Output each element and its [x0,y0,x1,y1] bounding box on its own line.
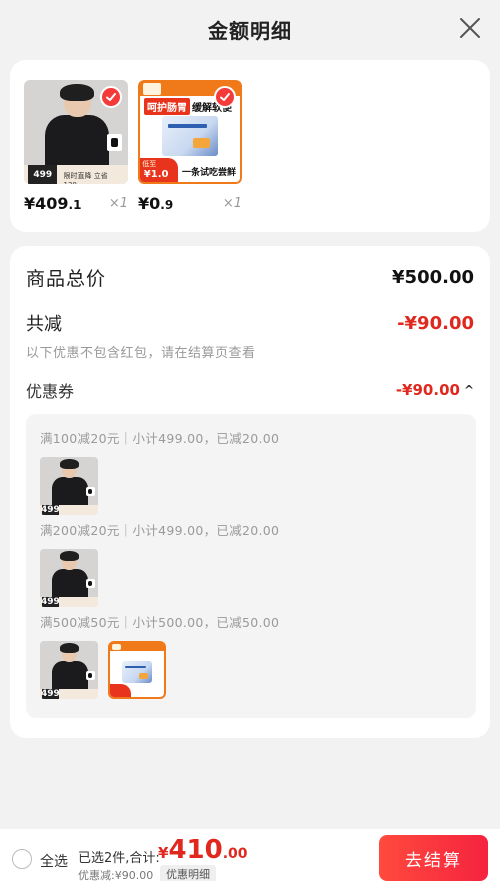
selected-products-card: 499 限时直降 立省 130 ¥409.1 ×1 呵护肠胃 缓解软便 低至 [10,60,490,232]
product-jacket[interactable]: 499 限时直降 立省 130 ¥409.1 ×1 [24,80,128,213]
select-all-label[interactable]: 全选 [40,851,68,871]
header: 金额明细 [0,0,500,58]
page-title: 金额明细 [208,18,292,43]
checkout-bar: 全选 已选2件,合计: ¥410.00 优惠减:¥90.00 优惠明细 去结算 [0,829,500,881]
total-sum: ¥410.00 [158,835,248,865]
jacket-thumbnail: 499 [40,549,98,607]
coupon-group: 满500减50元｜小计500.00，已减50.00 499 [40,612,279,699]
probiotic-image: 呵护肠胃 缓解软便 低至 ¥1.0 一条试吃尝鲜 [138,80,242,184]
product-price: ¥409.1 [24,194,82,213]
price-detail-card: 商品总价 ¥500.00 共减 -¥90.00 以下优惠不包含红包，请在结算页查… [10,246,490,738]
jacket-image: 499 限时直降 立省 130 [24,80,128,184]
reduce-row: 共减 -¥90.00 [26,310,474,336]
total-label: 商品总价 [26,268,107,290]
reduce-label: 共减 [26,314,62,335]
total-value: ¥500.00 [392,267,474,288]
coupon-row[interactable]: 优惠券 -¥90.00 ^ [26,378,474,402]
jacket-thumbnail: 499 [40,641,98,699]
coupon-group: 满200减20元｜小计499.00，已减20.00 499 [40,520,279,607]
close-icon[interactable] [458,16,482,40]
checkout-button[interactable]: 去结算 [379,835,488,881]
product-quantity: ×1 [222,196,242,211]
discount-detail-button[interactable]: 优惠明细 [160,865,216,881]
product-price: ¥0.9 [138,194,174,213]
coupon-rule: 满500减50元｜小计500.00，已减50.00 [40,615,280,630]
reduce-value: -¥90.00 [397,312,474,334]
selected-count: 已选2件,合计: [78,851,160,866]
coupon-detail-panel: 满100减20元｜小计499.00，已减20.00 499 满200减20元｜小… [26,414,476,718]
product-quantity: ×1 [108,196,128,211]
product-probiotic[interactable]: 呵护肠胃 缓解软便 低至 ¥1.0 一条试吃尝鲜 ¥0.9 ×1 [138,80,242,213]
coupon-rule: 满100减20元｜小计499.00，已减20.00 [40,431,280,446]
coupon-label: 优惠券 [26,382,75,401]
chevron-up-icon[interactable]: ^ [464,383,474,397]
select-all-radio[interactable] [12,849,32,869]
discount-note: 以下优惠不包含红包，请在结算页查看 [26,346,256,361]
coupon-value: -¥90.00 ^ [395,381,474,399]
discount-amount: 优惠减:¥90.00 [78,869,154,881]
selected-check-icon [100,86,122,108]
probiotic-thumbnail [108,641,166,699]
coupon-group: 满100减20元｜小计499.00，已减20.00 499 [40,428,279,515]
selected-check-icon [214,86,236,108]
jacket-thumbnail: 499 [40,457,98,515]
coupon-rule: 满200减20元｜小计499.00，已减20.00 [40,523,280,538]
total-row: 商品总价 ¥500.00 [26,264,474,291]
